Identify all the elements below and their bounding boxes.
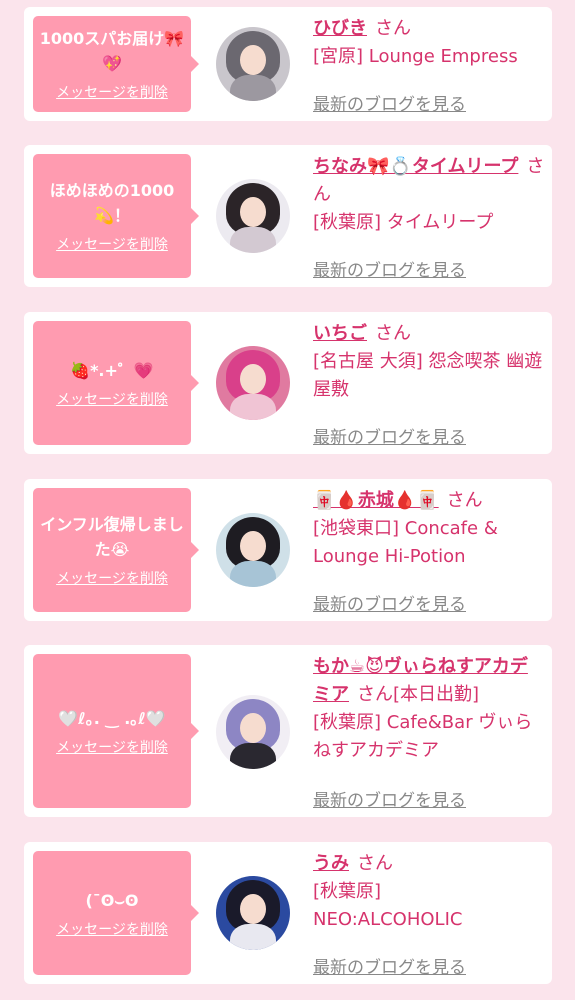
avatar-face: [240, 894, 266, 924]
message-bubble: ほめほめの1000💫！ メッセージを削除: [33, 154, 199, 278]
cast-info: もか☕😈ヴぃらねすアカデミア さん[本日出勤] [秋葉原] Cafe&Bar ヴぃ…: [313, 653, 545, 813]
delete-message-link[interactable]: メッセージを削除: [56, 82, 168, 102]
avatar-face: [240, 531, 266, 561]
avatar-body: [230, 743, 276, 769]
avatar-body: [230, 561, 276, 587]
delete-message-link[interactable]: メッセージを削除: [56, 568, 168, 588]
message-text: 🤍ℓ｡. ‿ .｡ℓ🤍: [58, 708, 166, 728]
avatar[interactable]: [216, 695, 290, 769]
cast-info: ひびき さん [宮原] Lounge Empress 最新のブログを見る: [313, 15, 545, 117]
message-text: (¯ʘ⌣ʘ: [85, 890, 139, 910]
message-bubble: 🍓*.+゜💗 メッセージを削除: [33, 321, 199, 445]
avatar-face: [240, 45, 266, 75]
san-label: さん: [375, 18, 411, 39]
message-card: (¯ʘ⌣ʘ メッセージを削除 うみ さん [秋葉原] NEO:ALCOHOLIC …: [24, 842, 552, 984]
message-bubble: (¯ʘ⌣ʘ メッセージを削除: [33, 851, 199, 975]
working-today-label: [本日出勤]: [393, 684, 480, 705]
shop-name: [宮原] Lounge Empress: [313, 46, 518, 67]
latest-blog-link[interactable]: 最新のブログを見る: [313, 91, 466, 119]
cast-name-link[interactable]: 🀄🩸赤城🩸🀄: [313, 490, 439, 511]
avatar[interactable]: [216, 179, 290, 253]
latest-blog-link[interactable]: 最新のブログを見る: [313, 787, 466, 815]
cast-info: ちなみ🎀💍タイムリープ さん [秋葉原] タイムリープ 最新のブログを見る: [313, 153, 545, 283]
san-label: さん: [375, 323, 411, 344]
shop-name: [名古屋 大須] 怨念喫茶 幽遊屋敷: [313, 351, 543, 400]
cast-info: 🀄🩸赤城🩸🀄 さん [池袋東口] Concafe & Lounge Hi-Poti…: [313, 487, 545, 617]
message-card: 1000スパお届け🎀💖 メッセージを削除 ひびき さん [宮原] Lounge E…: [24, 7, 552, 121]
avatar[interactable]: [216, 27, 290, 101]
cast-name-link[interactable]: ひびき: [313, 18, 367, 39]
cast-name-link[interactable]: ちなみ🎀💍タイムリープ: [313, 156, 518, 177]
avatar-body: [230, 75, 276, 101]
message-card: インフル復帰しました😭 メッセージを削除 🀄🩸赤城🩸🀄 さん [池袋東口] Con…: [24, 479, 552, 621]
message-card: 🤍ℓ｡. ‿ .｡ℓ🤍 メッセージを削除 もか☕😈ヴぃらねすアカデミア さん[本日…: [24, 645, 552, 817]
avatar-body: [230, 394, 276, 420]
cast-name-link[interactable]: うみ: [313, 853, 349, 874]
san-label: さん: [357, 684, 393, 705]
message-text: ほめほめの1000💫！: [49, 181, 175, 225]
delete-message-link[interactable]: メッセージを削除: [56, 919, 168, 939]
latest-blog-link[interactable]: 最新のブログを見る: [313, 257, 466, 285]
message-bubble: 🤍ℓ｡. ‿ .｡ℓ🤍 メッセージを削除: [33, 654, 199, 808]
shop-name: [秋葉原] Cafe&Bar ヴぃらねすアカデミア: [313, 712, 533, 761]
cast-name-link[interactable]: いちご: [313, 323, 367, 344]
message-text: インフル復帰しました😭: [40, 515, 184, 559]
shop-name: [池袋東口] Concafe & Lounge Hi-Potion: [313, 518, 498, 567]
message-card: 🍓*.+゜💗 メッセージを削除 いちご さん [名古屋 大須] 怨念喫茶 幽遊屋敷…: [24, 312, 552, 454]
delete-message-link[interactable]: メッセージを削除: [56, 234, 168, 254]
cast-info: うみ さん [秋葉原] NEO:ALCOHOLIC 最新のブログを見る: [313, 850, 545, 980]
cast-info: いちご さん [名古屋 大須] 怨念喫茶 幽遊屋敷 最新のブログを見る: [313, 320, 545, 450]
latest-blog-link[interactable]: 最新のブログを見る: [313, 954, 466, 982]
avatar-face: [240, 197, 266, 227]
san-label: さん: [357, 853, 393, 874]
san-label: さん: [446, 490, 483, 511]
delete-message-link[interactable]: メッセージを削除: [56, 389, 168, 409]
avatar-face: [240, 713, 266, 743]
message-bubble: インフル復帰しました😭 メッセージを削除: [33, 488, 199, 612]
message-card: ほめほめの1000💫！ メッセージを削除 ちなみ🎀💍タイムリープ さん [秋葉原]…: [24, 145, 552, 287]
latest-blog-link[interactable]: 最新のブログを見る: [313, 424, 466, 452]
avatar-body: [230, 924, 276, 950]
message-text: 1000スパお届け🎀💖: [39, 29, 185, 73]
delete-message-link[interactable]: メッセージを削除: [56, 737, 168, 757]
shop-name: [秋葉原] タイムリープ: [313, 212, 494, 233]
message-text: 🍓*.+゜💗: [70, 360, 154, 380]
latest-blog-link[interactable]: 最新のブログを見る: [313, 591, 466, 619]
avatar[interactable]: [216, 876, 290, 950]
message-bubble: 1000スパお届け🎀💖 メッセージを削除: [33, 16, 199, 112]
avatar-body: [230, 227, 276, 253]
avatar[interactable]: [216, 346, 290, 420]
avatar-face: [240, 364, 266, 394]
avatar[interactable]: [216, 513, 290, 587]
shop-name: [秋葉原] NEO:ALCOHOLIC: [313, 881, 463, 930]
